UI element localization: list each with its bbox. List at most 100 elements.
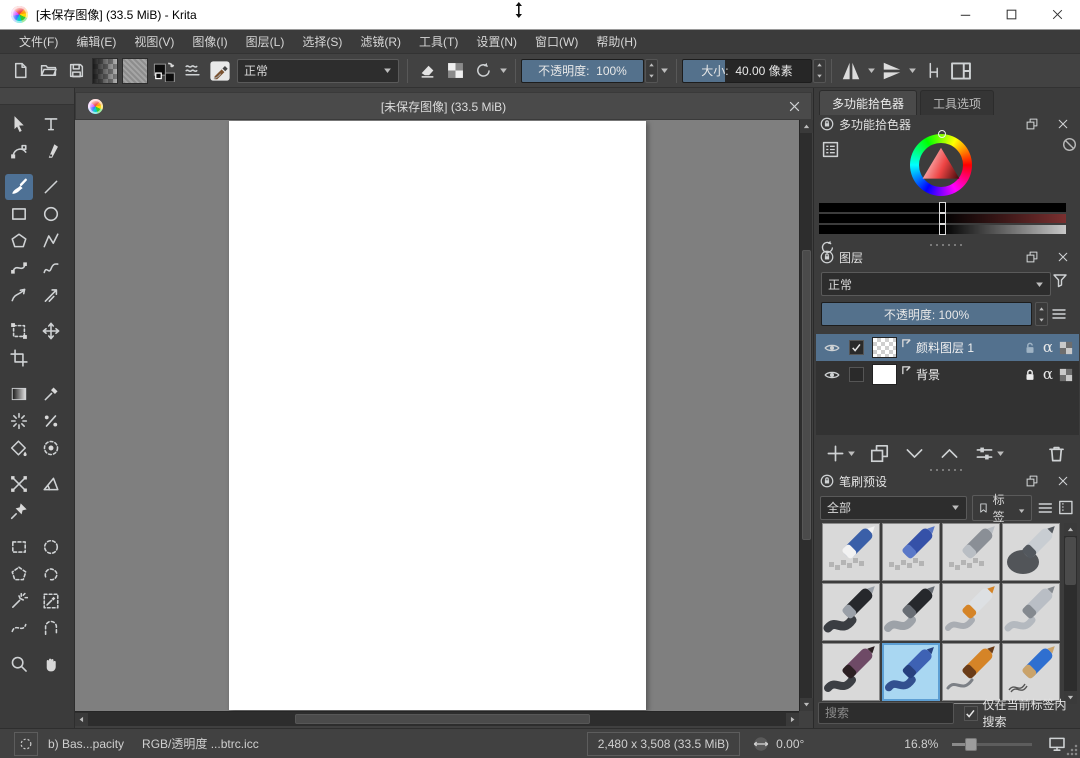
tool-crop-button[interactable] xyxy=(5,345,33,371)
menu-item-7[interactable]: 工具(T) xyxy=(410,30,467,53)
lock-icon[interactable] xyxy=(1023,368,1037,382)
panel-lock-icon[interactable] xyxy=(820,474,834,488)
move-layer-up-icon[interactable] xyxy=(940,444,959,463)
tool-move-button[interactable] xyxy=(37,318,65,344)
layer-options-button[interactable] xyxy=(1050,306,1072,324)
new-document-button[interactable] xyxy=(7,58,33,84)
slider-marker[interactable] xyxy=(939,202,946,213)
tool-contiguous-select-button[interactable] xyxy=(37,588,65,614)
layer-opacity-slider[interactable]: 不透明度: 100% xyxy=(821,302,1032,326)
brush-preset-0[interactable] xyxy=(822,523,880,581)
slider-marker[interactable] xyxy=(939,224,946,235)
layer-blend-mode-dropdown[interactable]: 正常 xyxy=(821,272,1051,296)
lock-open-icon[interactable] xyxy=(1023,341,1037,355)
rotation-icon[interactable] xyxy=(752,735,770,753)
caret-down-icon[interactable] xyxy=(660,66,669,75)
layer-properties-icon[interactable] xyxy=(975,444,994,463)
menu-item-5[interactable]: 选择(S) xyxy=(293,30,351,53)
tool-text-button[interactable] xyxy=(37,111,65,137)
selector-settings-button[interactable] xyxy=(822,141,840,159)
size-spinner[interactable] xyxy=(813,59,826,83)
document-tabbar[interactable]: [未保存图像] (33.5 MiB) xyxy=(75,92,812,120)
preserve-alpha-button[interactable] xyxy=(442,58,468,84)
tool-freehand-path-button[interactable] xyxy=(37,255,65,281)
menu-item-4[interactable]: 图层(L) xyxy=(237,30,294,53)
opacity-spinner[interactable] xyxy=(645,59,658,83)
menu-item-2[interactable]: 视图(V) xyxy=(125,30,183,53)
mirror-vertical-button[interactable] xyxy=(879,58,905,84)
brush-preset-9[interactable] xyxy=(882,643,940,701)
horizontal-scrollbar[interactable] xyxy=(75,711,799,726)
tool-calligraphy-button[interactable] xyxy=(37,138,65,164)
hue-marker[interactable] xyxy=(938,130,946,138)
menu-item-1[interactable]: 编辑(E) xyxy=(67,30,125,53)
tool-assistants-button[interactable] xyxy=(5,471,33,497)
tool-ellipse-button[interactable] xyxy=(37,201,65,227)
tool-freehand-select-button[interactable] xyxy=(37,561,65,587)
brush-size-slider[interactable]: 大小: 40.00 像素 xyxy=(682,59,812,83)
tool-line-button[interactable] xyxy=(37,174,65,200)
zoom-slider[interactable] xyxy=(952,737,1032,751)
close-panel-icon[interactable] xyxy=(1057,118,1069,130)
layer-name[interactable]: 颜料图层 1 xyxy=(916,339,974,356)
eraser-mode-button[interactable] xyxy=(414,58,440,84)
tool-color-sampler-button[interactable] xyxy=(37,381,65,407)
close-panel-icon[interactable] xyxy=(1057,251,1069,263)
layer-row-0[interactable]: 颜料图层 1α xyxy=(816,334,1079,361)
toolbox-handle[interactable] xyxy=(0,88,74,105)
preset-tag-filter-dropdown[interactable]: 全部 xyxy=(820,496,967,520)
foreground-background-colors[interactable] xyxy=(151,58,177,84)
tool-edit-shapes-button[interactable] xyxy=(5,138,33,164)
layer-visibility-icon[interactable] xyxy=(824,340,840,356)
layer-thumbnail[interactable] xyxy=(872,364,897,385)
alpha-lock-icon[interactable]: α xyxy=(1043,367,1053,382)
brush-settings-button[interactable] xyxy=(179,58,205,84)
horizontal-scroll-handle[interactable] xyxy=(295,714,590,724)
panel-splitter[interactable] xyxy=(814,241,1080,248)
caret-down-icon[interactable] xyxy=(908,66,917,75)
menu-item-9[interactable]: 窗口(W) xyxy=(526,30,587,53)
slider-marker[interactable] xyxy=(939,213,946,224)
brush-preset-10[interactable] xyxy=(942,643,1000,701)
gradient-swatch-button[interactable] xyxy=(92,58,118,84)
brush-preset-5[interactable] xyxy=(882,583,940,641)
document-close-icon[interactable] xyxy=(788,100,801,113)
layer-opacity-spinner[interactable] xyxy=(1035,302,1048,326)
maximize-button[interactable] xyxy=(988,0,1034,29)
scroll-down-button[interactable] xyxy=(800,698,813,711)
tool-gradient-button[interactable] xyxy=(5,381,33,407)
caret-down-icon[interactable] xyxy=(499,66,508,75)
tool-polyline-button[interactable] xyxy=(37,228,65,254)
inherit-alpha-icon[interactable] xyxy=(1059,341,1073,355)
clear-color-button[interactable] xyxy=(1062,137,1077,152)
brush-outline-button[interactable] xyxy=(14,732,38,756)
brush-preset-2[interactable] xyxy=(942,523,1000,581)
tool-polygon-button[interactable] xyxy=(5,228,33,254)
tool-fill-button[interactable] xyxy=(5,435,33,461)
caret-down-icon[interactable] xyxy=(996,449,1005,458)
brush-preset-editor-button[interactable] xyxy=(207,58,233,84)
tool-polygon-select-button[interactable] xyxy=(5,561,33,587)
tool-freehand-brush-button[interactable] xyxy=(5,174,33,200)
fit-to-screen-icon[interactable] xyxy=(1048,735,1066,753)
brush-preset-7[interactable] xyxy=(1002,583,1060,641)
window-resize-grip[interactable] xyxy=(1066,744,1078,756)
crop-canvas-button[interactable] xyxy=(920,58,946,84)
panel-lock-icon[interactable] xyxy=(820,250,834,264)
inherit-alpha-icon[interactable] xyxy=(1059,368,1073,382)
menu-item-8[interactable]: 设置(N) xyxy=(467,30,526,53)
tags-button[interactable]: 标签 xyxy=(972,495,1032,521)
tool-dynamic-brush-button[interactable] xyxy=(5,282,33,308)
tool-select-shapes-button[interactable] xyxy=(5,111,33,137)
tool-bezier-select-button[interactable] xyxy=(5,615,33,641)
mirror-horizontal-button[interactable] xyxy=(838,58,864,84)
brush-preset-11[interactable] xyxy=(1002,643,1060,701)
blend-mode-dropdown[interactable]: 正常 xyxy=(237,59,399,83)
preset-scroll-handle[interactable] xyxy=(1065,537,1076,585)
tool-bezier-curve-button[interactable] xyxy=(5,255,33,281)
statusbar-canvas-size[interactable]: 2,480 x 3,508 (33.5 MiB) xyxy=(587,732,740,756)
tool-smart-patch-button[interactable] xyxy=(37,408,65,434)
zoom-slider-knob[interactable] xyxy=(965,738,977,751)
tool-magnetic-select-button[interactable] xyxy=(37,615,65,641)
close-button[interactable] xyxy=(1034,0,1080,29)
